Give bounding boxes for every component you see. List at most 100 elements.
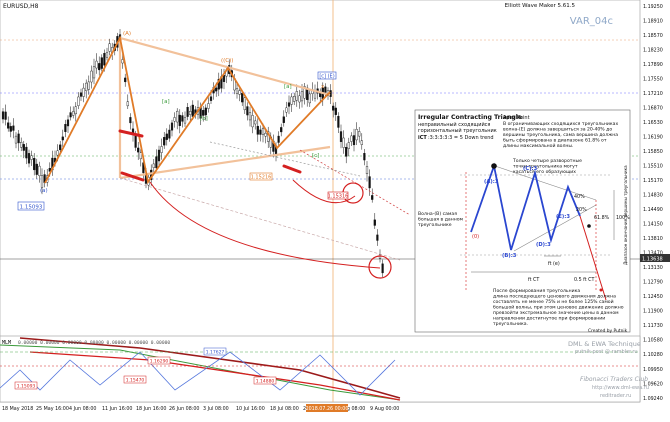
- candle-body: [17, 133, 20, 144]
- candle-body: [259, 129, 262, 135]
- candle-body: [1, 111, 5, 120]
- candle-body: [381, 263, 384, 274]
- candle-body: [38, 165, 41, 177]
- price-tick-label: 1.17210: [643, 91, 663, 97]
- candle-body: [207, 103, 210, 109]
- bottom-line-1: После формирования треугольника: [493, 288, 580, 294]
- candle-body: [124, 77, 127, 83]
- time-highlight-text: 2018.07.26 00:00: [306, 406, 349, 412]
- chart-canvas[interactable]: 1.15093 1.15216 1.15316 [c] (E) (A) ((C)…: [0, 0, 670, 422]
- pct-618: 61.8%: [594, 215, 610, 221]
- time-tick-label: 4 Jun 08:00: [69, 406, 96, 412]
- indicator-level-2: 1.17627: [206, 350, 225, 356]
- candle-body: [4, 111, 7, 120]
- time-tick-label: 9 Aug 00:00: [370, 406, 399, 412]
- candle-body: [7, 122, 10, 129]
- candle-body: [95, 60, 98, 69]
- price-tick-label: 1.10580: [643, 338, 663, 344]
- wave-label-green-a: [a]: [162, 99, 170, 105]
- candle-body: [300, 91, 304, 102]
- price-tick-label: 1.18910: [643, 18, 663, 24]
- annotation-ict-value: :3:3:3:3:3 = 5 Down trend: [428, 135, 494, 141]
- candle-body: [243, 97, 246, 111]
- candle-body: [14, 135, 18, 144]
- price-label-start-text: 1.15093: [20, 205, 43, 211]
- candle-body: [376, 234, 379, 241]
- price-tick-label: 1.17550: [643, 76, 663, 82]
- price-tick-label: 1.18570: [643, 33, 663, 39]
- candle-body: [59, 144, 62, 151]
- price-tick-label: 1.16870: [643, 105, 663, 111]
- candle-body: [365, 166, 369, 175]
- candle-body: [280, 127, 283, 133]
- indicator-level-5: 1.14880: [256, 379, 275, 385]
- candle-body: [163, 137, 166, 146]
- candle-body: [332, 105, 335, 111]
- ft-ct: ft CT: [528, 277, 539, 283]
- price-tick-label: 1.12790: [643, 280, 663, 286]
- price-tick-label: 1.16530: [643, 120, 663, 126]
- candle-body: [79, 92, 83, 97]
- bottom-line-5: превзойти экстремальное значение цены в …: [493, 309, 619, 316]
- price-label-start: 1.15093: [17, 201, 45, 211]
- time-tick-label: 26 Jun 08:00: [169, 406, 199, 412]
- time-tick-label: 18 May 2018: [2, 406, 33, 412]
- price-label-top: [c] (E): [317, 71, 337, 80]
- candle-body: [181, 115, 184, 122]
- candle-body: [129, 117, 132, 124]
- time-tick-label: 11 Jun 16:00: [102, 406, 132, 412]
- annotation-subtitle-2: горизонтальный треугольник: [418, 127, 497, 134]
- bottom-line-3: составлять не менее 75% и не более 125% …: [493, 298, 614, 305]
- candle-body: [241, 92, 244, 103]
- schematic-wave-e: (E):3: [556, 214, 570, 220]
- candle-body: [371, 195, 374, 200]
- candle-body: [254, 120, 257, 125]
- candle-body: [108, 43, 111, 52]
- indicator-level-1: 1.15093: [17, 384, 36, 390]
- candle-body: [368, 176, 371, 189]
- candle-body: [64, 124, 67, 132]
- candle-body: [290, 96, 293, 105]
- candle-body: [238, 90, 241, 95]
- candle-body: [92, 66, 96, 79]
- price-tick-label: 1.14830: [643, 193, 663, 199]
- candle-body: [298, 95, 301, 103]
- annotation-panel: Irregular Contracting Triangle неправиль…: [414, 109, 631, 334]
- candle-body: [355, 129, 358, 141]
- candle-body: [277, 135, 280, 143]
- wave-label-green-b: [b]: [200, 116, 208, 122]
- pct-40: 40%: [574, 194, 585, 200]
- candle-body: [12, 125, 15, 131]
- schematic-wave-a: (A):3: [484, 179, 499, 185]
- candle-body: [334, 107, 337, 115]
- candle-body: [186, 107, 189, 117]
- candle-body: [295, 91, 298, 101]
- candle-body: [121, 59, 124, 64]
- candle-body: [98, 63, 101, 71]
- candle-body: [56, 150, 59, 156]
- price-label-d: 1.15216: [249, 172, 273, 181]
- price-tick-label: 1.12450: [643, 294, 663, 300]
- apex-line-2: волна-(E) должна завершиться за 20-40% д…: [503, 127, 612, 133]
- candle-body: [22, 144, 25, 151]
- price-axis: 1.19250 1.18910 1.18570 1.18230 1.17890 1.175…: [643, 4, 663, 402]
- candle-body: [139, 152, 142, 160]
- candle-body: [100, 57, 103, 69]
- candle-body: [137, 147, 140, 153]
- vertical-range-label: Диапазон окончания вершины треугольника: [623, 165, 628, 265]
- candle-body: [282, 116, 285, 123]
- candle-body: [173, 117, 176, 122]
- price-tick-label: 1.16190: [643, 134, 663, 140]
- candle-body: [235, 88, 239, 94]
- price-tick-label: 1.15850: [643, 149, 663, 155]
- candle-body: [202, 110, 205, 116]
- price-label-d-text: 1.15216: [251, 175, 272, 181]
- candle-body: [251, 115, 254, 128]
- indicator-level-3: 1.16290: [150, 359, 169, 365]
- price-tick-label: 1.15170: [643, 178, 663, 184]
- price-tick-label: 1.15510: [643, 164, 663, 170]
- schematic-wave-d: (D):3: [536, 242, 551, 248]
- candle-body: [168, 129, 171, 139]
- price-tick-label: 1.17890: [643, 62, 663, 68]
- candle-body: [308, 93, 311, 104]
